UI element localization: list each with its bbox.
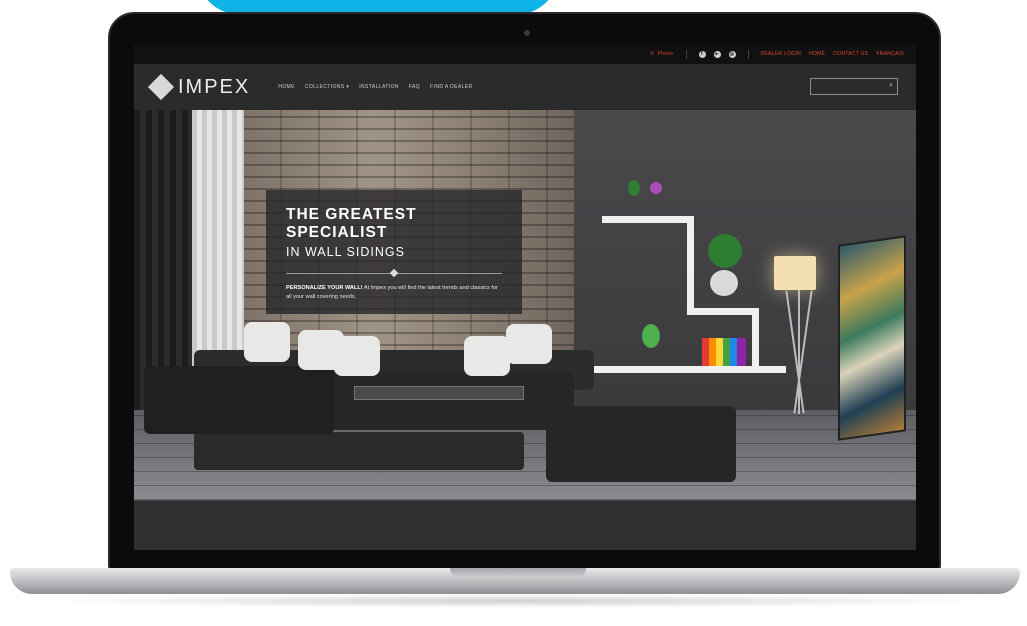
hero-title: THE GREATEST SPECIALIST <box>286 206 417 241</box>
hero-pillow <box>334 336 380 376</box>
hero-pillow <box>464 336 510 376</box>
youtube-icon[interactable]: ▸ <box>713 50 721 58</box>
hero-plant <box>650 182 662 194</box>
hero-shelf <box>586 366 786 373</box>
hero-pillow <box>244 322 290 362</box>
dealer-login-link[interactable]: DEALER LOGIN <box>761 51 802 57</box>
logo[interactable]: IMPEX <box>147 73 251 101</box>
nav-item-collections[interactable]: COLLECTIONS ▾ <box>305 84 349 90</box>
laptop-lid: ✆ Phone f ▸ ◎ DEALER LOGIN HOME CONTACT … <box>108 12 941 572</box>
home-link[interactable]: HOME <box>809 51 825 57</box>
hero-banner: THE GREATEST SPECIALIST IN WALL SIDINGS … <box>134 110 916 500</box>
hero-sofa <box>144 366 334 434</box>
search-input[interactable]: ⌕ <box>810 78 898 95</box>
hero-rug <box>194 432 524 470</box>
laptop-mockup: ✆ Phone f ▸ ◎ DEALER LOGIN HOME CONTACT … <box>0 0 1027 626</box>
phone-number: Phone <box>657 51 674 57</box>
facebook-icon[interactable]: f <box>698 50 706 58</box>
hero-plant <box>628 180 640 196</box>
hero-coffee-table <box>354 386 524 400</box>
hero-divider <box>286 268 502 278</box>
hero-painting <box>838 235 906 441</box>
hero-vase <box>710 270 738 296</box>
social-links: f ▸ ◎ <box>698 50 736 58</box>
phone-icon: ✆ <box>650 51 655 57</box>
camera-icon <box>524 30 530 36</box>
hero-plant <box>642 324 660 348</box>
logo-text: IMPEX <box>178 75 251 98</box>
phone-link[interactable]: ✆ Phone <box>650 51 673 57</box>
hero-text-card: THE GREATEST SPECIALIST IN WALL SIDINGS … <box>266 190 522 314</box>
divider <box>685 49 687 59</box>
hero-body: PERSONALIZE YOUR WALL! At Impex you will… <box>286 284 502 302</box>
hero-pillow <box>506 324 552 364</box>
website-screen: ✆ Phone f ▸ ◎ DEALER LOGIN HOME CONTACT … <box>134 44 916 550</box>
hero-ottoman <box>546 406 736 482</box>
main-nav: IMPEX HOME COLLECTIONS ▾ INSTALLATION FA… <box>134 64 916 110</box>
nav-menu: HOME COLLECTIONS ▾ INSTALLATION FAQ FIND… <box>278 84 472 90</box>
laptop-shadow <box>30 594 1000 608</box>
hero-shelf <box>602 216 694 223</box>
contact-link[interactable]: CONTACT US <box>833 51 868 57</box>
nav-item-faq[interactable]: FAQ <box>409 84 420 90</box>
divider <box>747 49 749 59</box>
hero-lamp <box>774 256 816 290</box>
nav-item-find-dealer[interactable]: FIND A DEALER <box>430 84 472 90</box>
nav-item-home[interactable]: HOME <box>278 84 295 90</box>
hero-subtitle: IN WALL SIDINGS <box>286 245 405 259</box>
utility-links: DEALER LOGIN HOME CONTACT US FRANÇAIS <box>761 51 905 57</box>
logo-mark-icon <box>147 73 175 101</box>
hero-shelf <box>752 308 759 368</box>
laptop-notch <box>450 568 586 578</box>
content-strip <box>134 500 916 550</box>
search-icon[interactable]: ⌕ <box>889 82 893 90</box>
nav-item-installation[interactable]: INSTALLATION <box>359 84 399 90</box>
hero-body-bold: PERSONALIZE YOUR WALL! <box>286 285 363 291</box>
hero-lamp-leg <box>798 290 800 414</box>
hero-books <box>702 338 746 366</box>
language-link[interactable]: FRANÇAIS <box>876 51 904 57</box>
utility-bar: ✆ Phone f ▸ ◎ DEALER LOGIN HOME CONTACT … <box>134 44 916 64</box>
hero-plant <box>708 234 742 268</box>
hero-shelf <box>687 216 694 314</box>
diamond-icon <box>389 268 399 278</box>
instagram-icon[interactable]: ◎ <box>728 50 736 58</box>
hero-shelf <box>687 308 759 315</box>
